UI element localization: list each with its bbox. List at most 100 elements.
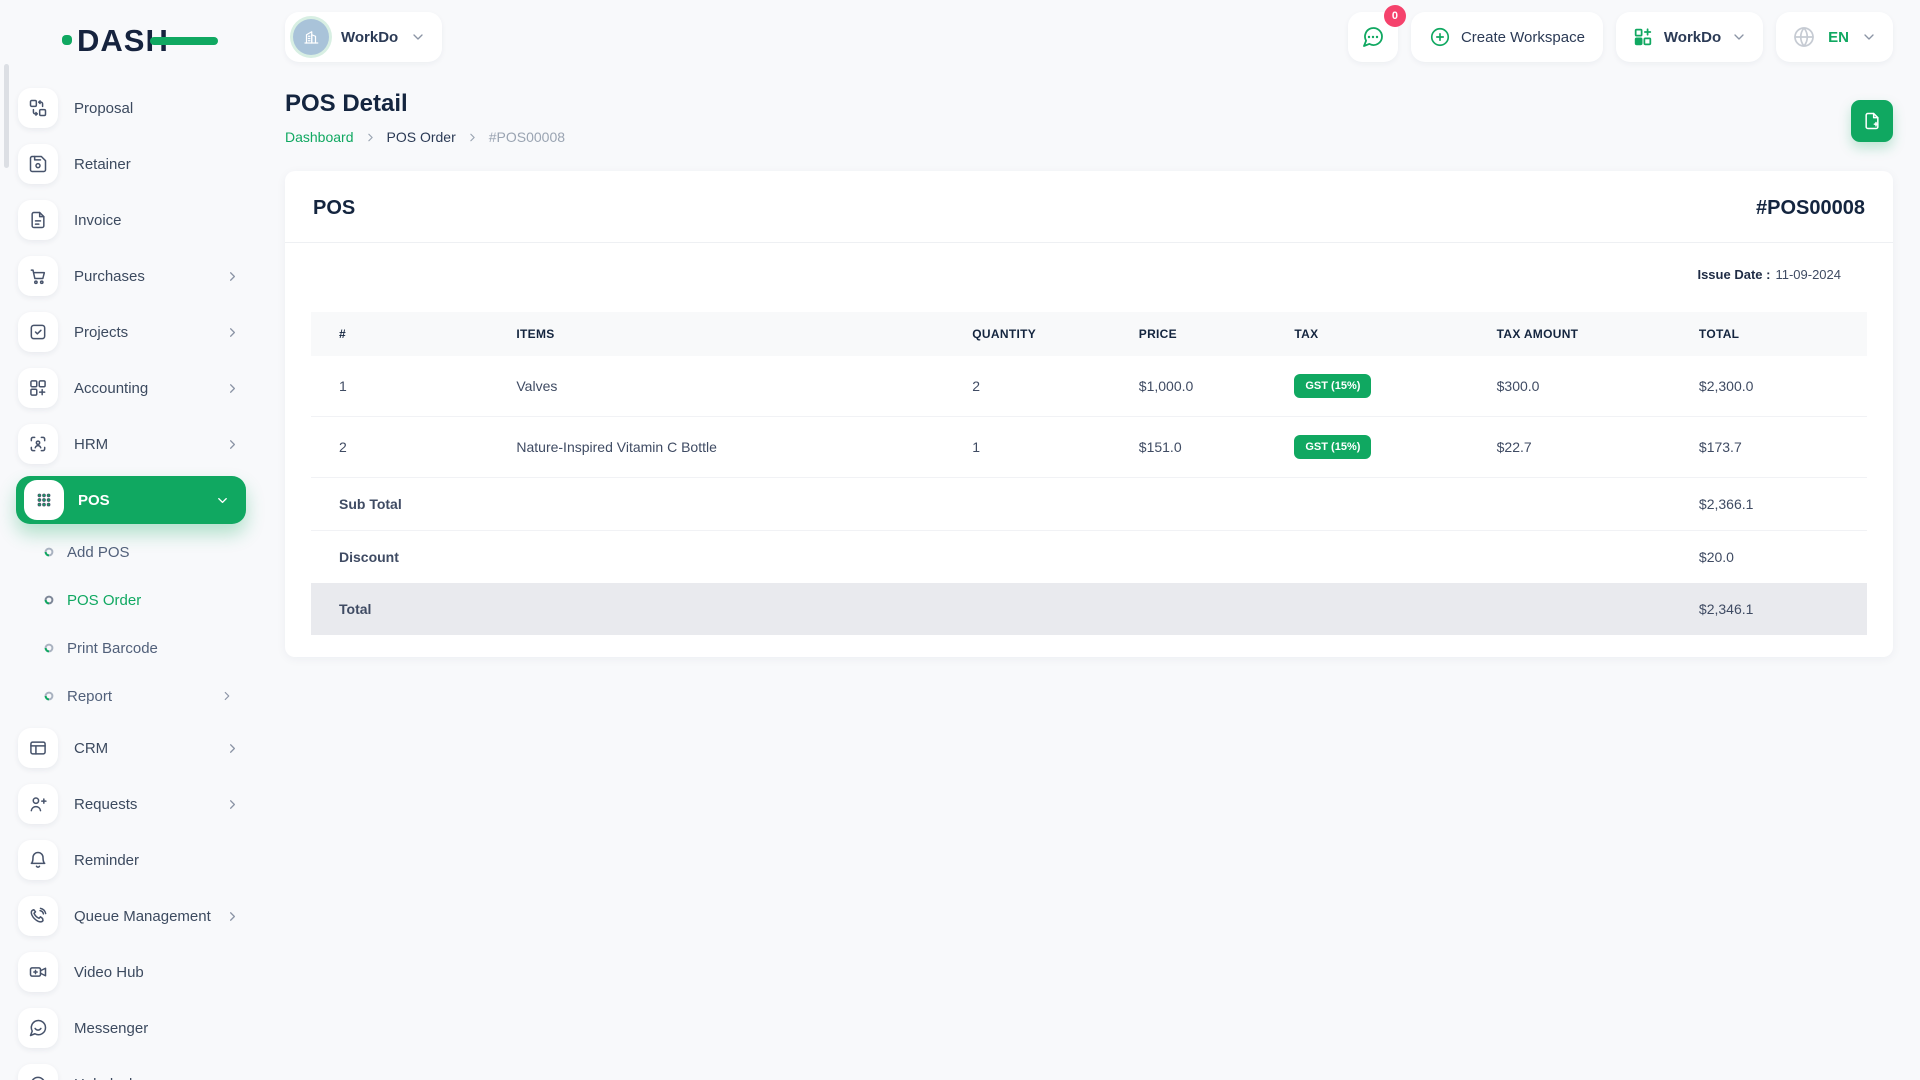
main-content: WorkDo 0 Create Workspace WorkDo EN POS … bbox=[260, 0, 1920, 1080]
sidebar-item-label: HRM bbox=[74, 435, 109, 453]
workspace-name: WorkDo bbox=[341, 28, 399, 46]
messages-count-badge: 0 bbox=[1383, 5, 1406, 27]
sidebar-item-accounting[interactable]: Accounting bbox=[0, 360, 260, 416]
breadcrumb-dashboard[interactable]: Dashboard bbox=[285, 129, 354, 145]
grid-plus-icon bbox=[18, 368, 58, 408]
sidebar-subitem-label: POS Order bbox=[67, 591, 142, 609]
sidebar-item-label: Retainer bbox=[74, 155, 131, 173]
sidebar-subitem-print-barcode[interactable]: Print Barcode bbox=[0, 624, 260, 672]
invoice-icon bbox=[18, 200, 58, 240]
proposal-icon bbox=[18, 88, 58, 128]
cell-tax-amount: $22.7 bbox=[1496, 439, 1532, 455]
messages-button[interactable]: 0 bbox=[1347, 5, 1406, 62]
phone-call-icon bbox=[18, 896, 58, 936]
grid-plus-icon bbox=[1632, 26, 1654, 48]
cell-quantity: 1 bbox=[972, 439, 981, 455]
bullet-icon bbox=[44, 691, 54, 701]
language-selector[interactable]: EN bbox=[1776, 12, 1893, 62]
chevron-right-icon bbox=[225, 797, 240, 812]
sidebar-item-label: Messenger bbox=[74, 1019, 149, 1037]
scan-user-icon bbox=[18, 424, 58, 464]
bullet-icon bbox=[44, 595, 54, 605]
chevron-down-icon bbox=[1731, 29, 1747, 45]
subtotal-row: Sub Total $2,366.1 bbox=[311, 477, 1867, 531]
workspace-avatar bbox=[293, 19, 329, 55]
sidebar-item-pos[interactable]: POS bbox=[16, 476, 246, 524]
topbar: WorkDo 0 Create Workspace WorkDo EN bbox=[285, 0, 1893, 74]
sidebar-item-label: Proposal bbox=[74, 99, 134, 117]
table-header-row: # ITEMS QUANTITY PRICE TAX TAX AMOUNT TO… bbox=[311, 312, 1867, 356]
tax-badge: GST (15%) bbox=[1294, 435, 1372, 459]
pos-items-table: # ITEMS QUANTITY PRICE TAX TAX AMOUNT TO… bbox=[311, 312, 1867, 635]
sidebar-item-label: Requests bbox=[74, 795, 138, 813]
headphones-icon bbox=[18, 1064, 58, 1080]
cell-price: $151.0 bbox=[1138, 439, 1182, 455]
logo-bar-icon bbox=[150, 37, 218, 45]
chevron-right-icon bbox=[225, 909, 240, 924]
app-logo[interactable]: DASH bbox=[62, 22, 260, 58]
col-index: # bbox=[311, 312, 489, 356]
topbar-actions: 0 Create Workspace WorkDo EN bbox=[1347, 5, 1893, 62]
cell-item: Nature-Inspired Vitamin C Bottle bbox=[516, 439, 717, 455]
sidebar-subitem-label: Report bbox=[67, 687, 113, 705]
sidebar-item-crm[interactable]: CRM bbox=[0, 720, 260, 776]
cell-price: $1,000.0 bbox=[1138, 378, 1194, 394]
chevron-right-icon bbox=[225, 381, 240, 396]
sidebar-item-label: Video Hub bbox=[74, 963, 144, 981]
sidebar-item-retainer[interactable]: Retainer bbox=[0, 136, 260, 192]
retainer-icon bbox=[18, 144, 58, 184]
sidebar-item-video-hub[interactable]: Video Hub bbox=[0, 944, 260, 1000]
plus-circle-icon bbox=[1429, 26, 1451, 48]
sidebar-item-label: Invoice bbox=[74, 211, 122, 229]
chevron-down-icon bbox=[1861, 29, 1877, 45]
sidebar-subitem-add-pos[interactable]: Add POS bbox=[0, 528, 260, 576]
col-price: PRICE bbox=[1110, 312, 1267, 356]
chevron-right-icon bbox=[225, 325, 240, 340]
chevron-right-icon bbox=[220, 689, 234, 703]
bell-icon bbox=[18, 840, 58, 880]
total-label: Total bbox=[339, 601, 372, 617]
sidebar-item-queue-management[interactable]: Queue Management bbox=[0, 888, 260, 944]
total-value: $2,346.1 bbox=[1698, 601, 1754, 617]
app-switcher-button[interactable]: WorkDo bbox=[1615, 12, 1764, 62]
breadcrumb-current: #POS00008 bbox=[488, 129, 566, 145]
subtotal-value: $2,366.1 bbox=[1698, 496, 1754, 512]
cell-quantity: 2 bbox=[972, 378, 981, 394]
pos-dots-icon bbox=[24, 480, 64, 520]
pos-card-header: POS #POS00008 bbox=[285, 171, 1893, 243]
sidebar-item-invoice[interactable]: Invoice bbox=[0, 192, 260, 248]
sidebar-subitem-report[interactable]: Report bbox=[0, 672, 260, 720]
create-workspace-button[interactable]: Create Workspace bbox=[1410, 12, 1603, 62]
sidebar-subitem-label: Add POS bbox=[67, 543, 130, 561]
sidebar-item-proposal[interactable]: Proposal bbox=[0, 80, 260, 136]
cell-tax: GST (15%) bbox=[1266, 417, 1468, 478]
sidebar-item-label: CRM bbox=[74, 739, 109, 757]
sidebar-item-messenger[interactable]: Messenger bbox=[0, 1000, 260, 1056]
sidebar-item-label: Accounting bbox=[74, 379, 149, 397]
export-pos-button[interactable] bbox=[1851, 100, 1893, 142]
sidebar-item-projects[interactable]: Projects bbox=[0, 304, 260, 360]
sidebar-item-reminder[interactable]: Reminder bbox=[0, 832, 260, 888]
sidebar-item-hrm[interactable]: HRM bbox=[0, 416, 260, 472]
sidebar: DASH Proposal Retainer Invoice Purchases… bbox=[0, 0, 260, 1080]
breadcrumb: Dashboard POS Order #POS00008 bbox=[285, 129, 565, 145]
app-switcher-label: WorkDo bbox=[1663, 28, 1722, 46]
breadcrumb-pos-order[interactable]: POS Order bbox=[387, 129, 456, 145]
sidebar-item-helpdesk[interactable]: Helpdesk bbox=[0, 1056, 260, 1080]
page-title: POS Detail bbox=[285, 90, 408, 117]
pos-number: #POS00008 bbox=[1756, 197, 1865, 219]
chevron-right-icon bbox=[364, 131, 377, 144]
discount-label: Discount bbox=[339, 549, 399, 565]
sidebar-subitem-pos-order[interactable]: POS Order bbox=[0, 576, 260, 624]
subtotal-label: Sub Total bbox=[339, 496, 402, 512]
cell-item: Valves bbox=[516, 378, 558, 394]
issue-date-label: Issue Date : bbox=[1697, 267, 1771, 282]
sidebar-scrollbar[interactable] bbox=[4, 64, 9, 168]
workspace-selector[interactable]: WorkDo bbox=[285, 12, 443, 62]
tax-badge: GST (15%) bbox=[1294, 374, 1372, 398]
logo-dot-icon bbox=[62, 35, 72, 45]
chat-bubble-icon bbox=[1363, 27, 1383, 47]
sidebar-item-label: Queue Management bbox=[74, 907, 211, 925]
sidebar-item-requests[interactable]: Requests bbox=[0, 776, 260, 832]
sidebar-item-purchases[interactable]: Purchases bbox=[0, 248, 260, 304]
